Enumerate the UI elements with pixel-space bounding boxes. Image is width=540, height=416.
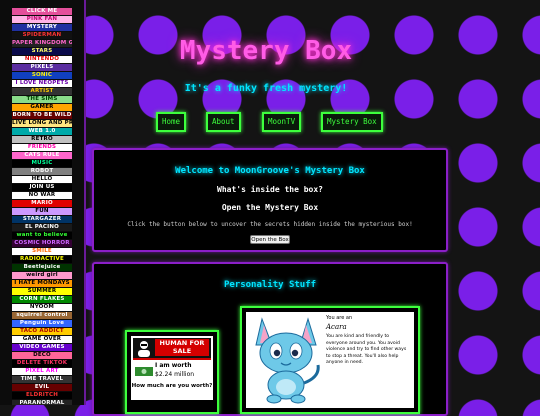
stamp-image: want to believe: [12, 232, 72, 239]
acara-pet-image: [255, 317, 320, 404]
stamp-image: GAME OVER: [12, 336, 72, 343]
stamp-image: LIVE LONG AND PROSPER: [12, 120, 72, 127]
stamp-list: CLICK ME PINK FAN MYSTERY SPIDERMAN PAPER KI…: [12, 8, 72, 405]
stamp-image: weird girl: [12, 272, 72, 279]
person-silhouette-icon: [138, 341, 150, 357]
welcome-heading: Welcome to MoonGroove's Mystery Box: [175, 166, 365, 176]
badge-header: HUMAN FOR SALE: [133, 338, 211, 360]
stamp-image: COSMIC HORROR: [12, 240, 72, 247]
nav-mystery-box-link[interactable]: Mystery Box: [321, 112, 383, 132]
stamp-image: MUSIC: [12, 160, 72, 167]
tagline: It's a funky fresh mystery!: [184, 83, 348, 94]
stamp-image: ELDRITCH: [12, 392, 72, 399]
stamp-image: CLICK ME: [12, 8, 72, 15]
stamp-image: CATS RULE: [12, 152, 72, 159]
stamp-image: VIDEO GAMES: [12, 344, 72, 351]
stamp-image: Penguin Love: [12, 320, 72, 327]
money-icon: [135, 367, 153, 376]
stamp-image: SUMMER: [12, 288, 72, 295]
intro-description: Click the button below to uncover the se…: [127, 221, 413, 228]
stamp-image: squirrel control: [12, 312, 72, 319]
stamp-image: PARANORMAL: [12, 400, 72, 405]
stamp-image: NYOOM: [12, 304, 72, 311]
stamp-image: PIXEL ART: [12, 368, 72, 375]
stamp-image: SMILE: [12, 248, 72, 255]
stamp-image: HELLO: [12, 176, 72, 183]
open-box-heading: Open the Mystery Box: [221, 203, 319, 212]
stamp-image: SPIDERMAN: [12, 32, 72, 39]
stamp-image: FRIENDS: [12, 144, 72, 151]
stamp-image: THE SIMS: [12, 96, 72, 103]
stamp-image: EL PACINO: [12, 224, 72, 231]
stamp-image: NO WAR: [12, 192, 72, 199]
stamp-image: STARS: [12, 48, 72, 55]
stamp-image: WEB 1.0: [12, 128, 72, 135]
pet-name: Acara: [326, 323, 347, 331]
pet-description: You are kind and friendly to everyone ar…: [326, 334, 407, 365]
stamp-image: GAMER: [12, 104, 72, 111]
open-box-button[interactable]: Open the Box: [250, 235, 290, 244]
pet-intro-text: You are an: [326, 315, 353, 321]
pet-result-card[interactable]: You are an Acara You are kind and friend…: [246, 312, 414, 408]
stamp-image: ROBOT: [12, 168, 72, 175]
worth-badge-frame: HUMAN FOR SALE I am worth $2.24 million …: [125, 330, 219, 414]
nav-home-link[interactable]: Home: [156, 112, 187, 132]
stamp-image: BORN TO BE WILD: [12, 112, 72, 119]
stamp-image: NINTENDO: [12, 56, 72, 63]
worth-badge[interactable]: HUMAN FOR SALE I am worth $2.24 million …: [131, 336, 213, 400]
stamp-image: I LOVE NEOPETS: [12, 80, 72, 87]
stamp-image: TIME TRAVEL: [12, 376, 72, 383]
page-title: Mystery Box: [179, 36, 353, 66]
stamp-image: DELETE TIKTOK: [12, 360, 72, 367]
main-content: Mystery Box It's a funky fresh mystery! …: [86, 0, 540, 416]
worth-amount: $2.24 million: [155, 371, 195, 378]
stamp-image: PINK FAN: [12, 16, 72, 23]
stamp-image: EVIL: [12, 384, 72, 391]
stamp-image: I HATE MONDAYS: [12, 280, 72, 287]
stamp-image: JOIN US: [12, 184, 72, 191]
stamp-image: MYSTERY: [12, 24, 72, 31]
pet-result-frame: You are an Acara You are kind and friend…: [240, 306, 420, 414]
stamp-image: CORN FLAKES: [12, 296, 72, 303]
stamp-image: Beetlejuice: [12, 264, 72, 271]
worth-line-1: I am worth: [155, 362, 192, 369]
question-heading: What's inside the box?: [217, 185, 323, 194]
stamp-image: STARGAZER: [12, 216, 72, 223]
stamp-image: TACO ADDICT: [12, 328, 72, 335]
stamp-image: ARTIST: [12, 88, 72, 95]
nav-moontv-link[interactable]: MoonTV: [262, 112, 302, 132]
human-for-sale-banner: HUMAN FOR SALE: [155, 339, 209, 356]
personality-panel: Personality Stuff HUMAN FOR SALE I am wo…: [92, 262, 448, 416]
stamp-image: PIXELS: [12, 64, 72, 71]
stamp-image: RETRO: [12, 136, 72, 143]
stamp-image: PAPER KINGDOM GIRL: [12, 40, 72, 47]
stamp-image: RADIOACTIVE: [12, 256, 72, 263]
stamp-image: MARIO: [12, 200, 72, 207]
nav-about-link[interactable]: About: [206, 112, 241, 132]
stamp-sidebar: CLICK ME PINK FAN MYSTERY SPIDERMAN PAPER KI…: [0, 0, 86, 405]
stamp-image: FUN: [12, 208, 72, 215]
stamp-image: DECO: [12, 352, 72, 359]
personality-heading: Personality Stuff: [223, 280, 317, 290]
worth-question: How much are you worth?: [131, 383, 213, 389]
stamp-image: SONIC: [12, 72, 72, 79]
intro-panel: Welcome to MoonGroove's Mystery Box What…: [92, 148, 448, 252]
